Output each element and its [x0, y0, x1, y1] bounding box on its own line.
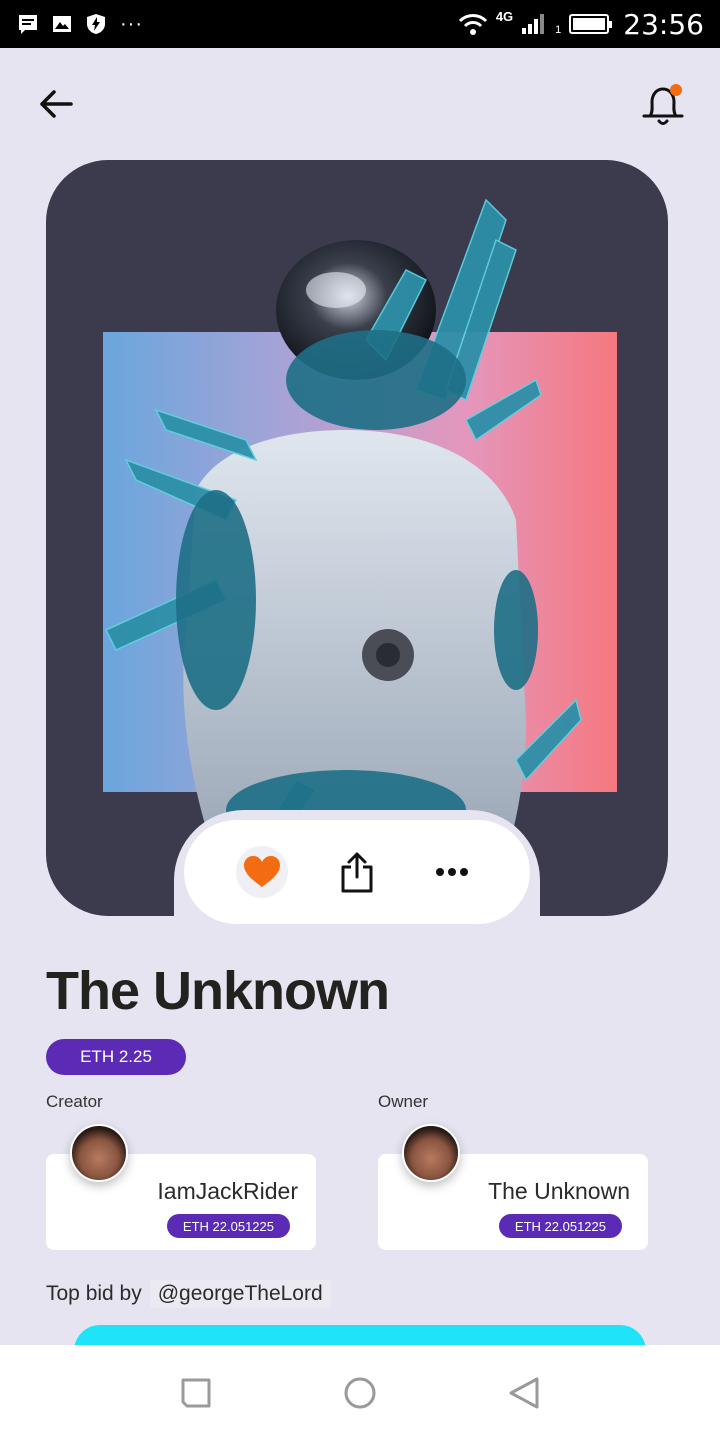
home-button[interactable]: [338, 1371, 382, 1415]
system-nav-bar: [0, 1345, 720, 1440]
share-button[interactable]: [331, 846, 383, 898]
recents-icon: [181, 1378, 211, 1407]
shield-bolt-icon: [87, 14, 105, 34]
signal-icon: [522, 14, 545, 34]
message-icon: [19, 15, 37, 34]
like-button[interactable]: [235, 846, 288, 898]
sim-slot: 1: [555, 24, 562, 36]
artwork-card[interactable]: [46, 160, 668, 916]
creator-avatar[interactable]: [70, 1124, 128, 1182]
share-icon: [341, 852, 373, 893]
owner-eth-badge: ETH 22.051225: [498, 1214, 622, 1238]
top-bidder-link[interactable]: @georgeTheLord: [149, 1280, 331, 1308]
notification-dot: [670, 84, 682, 96]
owner-label: Owner: [378, 1092, 429, 1111]
back-triangle-icon: [509, 1377, 539, 1408]
nft-title: The Unknown: [46, 961, 390, 1021]
top-bid: Top bid by @georgeTheLord: [46, 1280, 331, 1308]
network-type: 4G: [495, 8, 514, 24]
owner-name: The Unknown: [488, 1178, 630, 1204]
status-right: 4G 1 23:56: [458, 0, 704, 48]
more-button[interactable]: [426, 846, 478, 898]
back-nav-button[interactable]: [502, 1371, 546, 1415]
clock: 23:56: [623, 7, 704, 41]
top-bid-label: Top bid by: [46, 1282, 142, 1305]
image-icon: [53, 16, 71, 32]
status-left: ···: [18, 0, 143, 48]
more-notifications-icon: ···: [120, 12, 143, 35]
creator-label: Creator: [46, 1092, 103, 1111]
notifications-button[interactable]: [638, 80, 688, 130]
heart-icon: [243, 856, 280, 887]
status-bar: ··· 4G 1 23:56: [0, 0, 720, 48]
owner-avatar[interactable]: [402, 1124, 460, 1182]
price-badge: ETH 2.25: [46, 1039, 186, 1075]
creator-eth-badge: ETH 22.051225: [166, 1214, 290, 1238]
creator-name: IamJackRider: [157, 1178, 298, 1204]
recents-button[interactable]: [174, 1371, 218, 1415]
more-dots-icon: [436, 868, 469, 876]
astronaut-crystal-artwork: [104, 198, 582, 866]
wifi-icon: [458, 14, 487, 35]
back-button[interactable]: [34, 84, 78, 124]
home-circle-icon: [344, 1377, 376, 1408]
battery-icon: [569, 14, 613, 34]
artwork-actions: [184, 820, 530, 924]
arrow-left-icon: [40, 90, 73, 118]
